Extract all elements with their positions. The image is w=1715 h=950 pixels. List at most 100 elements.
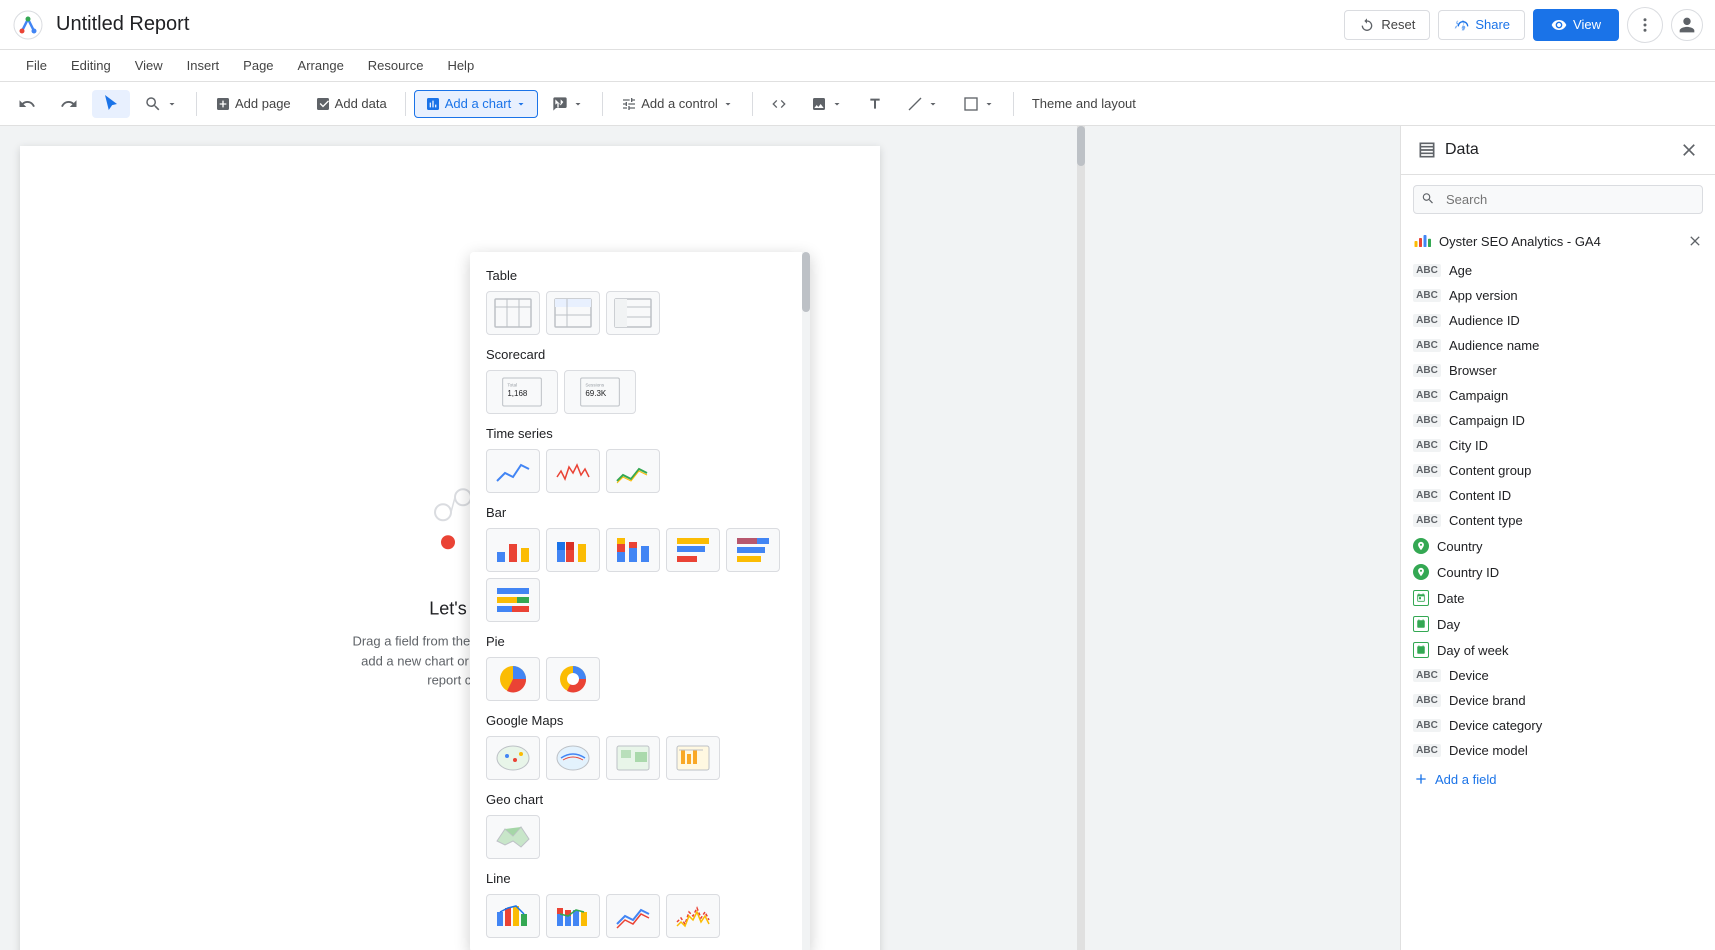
menu-file[interactable]: File [16,54,57,77]
field-name: Content group [1449,463,1531,478]
chart-options-line [486,894,794,938]
field-type-icon: ABC [1413,464,1441,477]
field-name: Country [1437,539,1483,554]
menu-insert[interactable]: Insert [177,54,230,77]
chart-option-bar-1[interactable] [486,528,540,572]
add-control-button[interactable]: Add a control [611,91,744,117]
chart-option-bar-4[interactable] [666,528,720,572]
line-tool-button[interactable] [897,91,949,117]
field-type-icon: ABC [1413,364,1441,377]
chart-option-bar-3[interactable] [606,528,660,572]
report-title: Untitled Report [56,13,1344,36]
chart-option-table-1[interactable] [486,291,540,335]
share-button[interactable]: Share [1438,10,1525,40]
add-data-button[interactable]: Add data [305,91,397,117]
canvas-scrollbar[interactable] [1077,126,1085,950]
data-panel-close-icon[interactable] [1679,140,1699,160]
chart-option-line-1[interactable] [486,894,540,938]
chart-section-scorecard: Scorecard Total1,168 Sessions69.3K [470,343,810,422]
field-content-type[interactable]: ABC Content type [1401,508,1715,533]
data-source-close-icon[interactable] [1687,233,1703,249]
chart-option-maps-1[interactable] [486,736,540,780]
add-page-button[interactable]: Add page [205,91,301,117]
chart-option-scorecard-1[interactable]: Total1,168 [486,370,558,414]
field-country[interactable]: Country [1401,533,1715,559]
chart-options-googlemaps [486,736,794,780]
data-panel-header: Data [1401,126,1715,175]
chart-option-maps-4[interactable] [666,736,720,780]
field-device-brand[interactable]: ABC Device brand [1401,688,1715,713]
zoom-button[interactable] [134,90,188,118]
field-type-icon: ABC [1413,314,1441,327]
field-country-id[interactable]: Country ID [1401,559,1715,585]
data-source-header[interactable]: Oyster SEO Analytics - GA4 [1401,224,1715,258]
code-view-button[interactable] [761,91,797,117]
data-source-chart-icon [1413,232,1431,250]
chart-option-line-2[interactable] [546,894,600,938]
chart-option-bar-6[interactable] [486,578,540,622]
field-campaign[interactable]: ABC Campaign [1401,383,1715,408]
field-device[interactable]: ABC Device [1401,663,1715,688]
field-type-icon: ABC [1413,489,1441,502]
search-input[interactable] [1413,185,1703,214]
chart-option-bar-2[interactable] [546,528,600,572]
field-age[interactable]: ABC Age [1401,258,1715,283]
chart-option-maps-3[interactable] [606,736,660,780]
field-browser[interactable]: ABC Browser [1401,358,1715,383]
field-audience-id[interactable]: ABC Audience ID [1401,308,1715,333]
chart-option-bar-5[interactable] [726,528,780,572]
field-date[interactable]: Date [1401,585,1715,611]
theme-label: Theme and layout [1032,96,1136,111]
field-day-of-week[interactable]: Day of week [1401,637,1715,663]
field-device-category[interactable]: ABC Device category [1401,713,1715,738]
chart-option-pie-1[interactable] [486,657,540,701]
shape-button[interactable] [953,91,1005,117]
view-button[interactable]: View [1533,9,1619,41]
field-campaign-id[interactable]: ABC Campaign ID [1401,408,1715,433]
text-button[interactable] [857,91,893,117]
chart-option-scorecard-2[interactable]: Sessions69.3K [564,370,636,414]
menu-arrange[interactable]: Arrange [288,54,354,77]
field-content-group[interactable]: ABC Content group [1401,458,1715,483]
menu-view[interactable]: View [125,54,173,77]
chart-section-googlemaps: Google Maps [470,709,810,788]
menu-page[interactable]: Page [233,54,283,77]
chart-option-geo-1[interactable] [486,815,540,859]
account-button[interactable] [1671,9,1703,41]
menu-editing[interactable]: Editing [61,54,121,77]
field-content-id[interactable]: ABC Content ID [1401,483,1715,508]
chart-option-pie-2[interactable] [546,657,600,701]
field-app-version[interactable]: ABC App version [1401,283,1715,308]
chart-section-bar: Bar [470,501,810,630]
add-component-button[interactable] [542,91,594,117]
undo-button[interactable] [8,90,46,118]
field-city-id[interactable]: ABC City ID [1401,433,1715,458]
select-tool-button[interactable] [92,90,130,118]
reset-button[interactable]: Reset [1344,10,1430,40]
chart-option-line-4[interactable] [666,894,720,938]
field-name: Day of week [1437,643,1509,658]
field-audience-name[interactable]: ABC Audience name [1401,333,1715,358]
chart-option-timeseries-2[interactable] [546,449,600,493]
chart-option-timeseries-3[interactable] [606,449,660,493]
chart-option-table-2[interactable] [546,291,600,335]
add-chart-button[interactable]: Add a chart [414,90,539,118]
menu-help[interactable]: Help [437,54,484,77]
field-device-model[interactable]: ABC Device model [1401,738,1715,763]
reset-label: Reset [1381,17,1415,32]
add-field-button[interactable]: Add a field [1401,763,1715,795]
chart-option-maps-2[interactable] [546,736,600,780]
more-options-button[interactable] [1627,7,1663,43]
field-day[interactable]: Day [1401,611,1715,637]
menu-resource[interactable]: Resource [358,54,434,77]
data-panel-icon [1417,140,1437,160]
redo-button[interactable] [50,90,88,118]
main-layout: Let's get started Drag a field from the … [0,126,1715,950]
theme-layout-button[interactable]: Theme and layout [1022,91,1146,116]
chart-option-timeseries-1[interactable] [486,449,540,493]
chart-option-line-3[interactable] [606,894,660,938]
field-type-icon: ABC [1413,694,1441,707]
dropdown-scrollbar[interactable] [802,252,810,950]
image-button[interactable] [801,91,853,117]
chart-option-table-3[interactable] [606,291,660,335]
